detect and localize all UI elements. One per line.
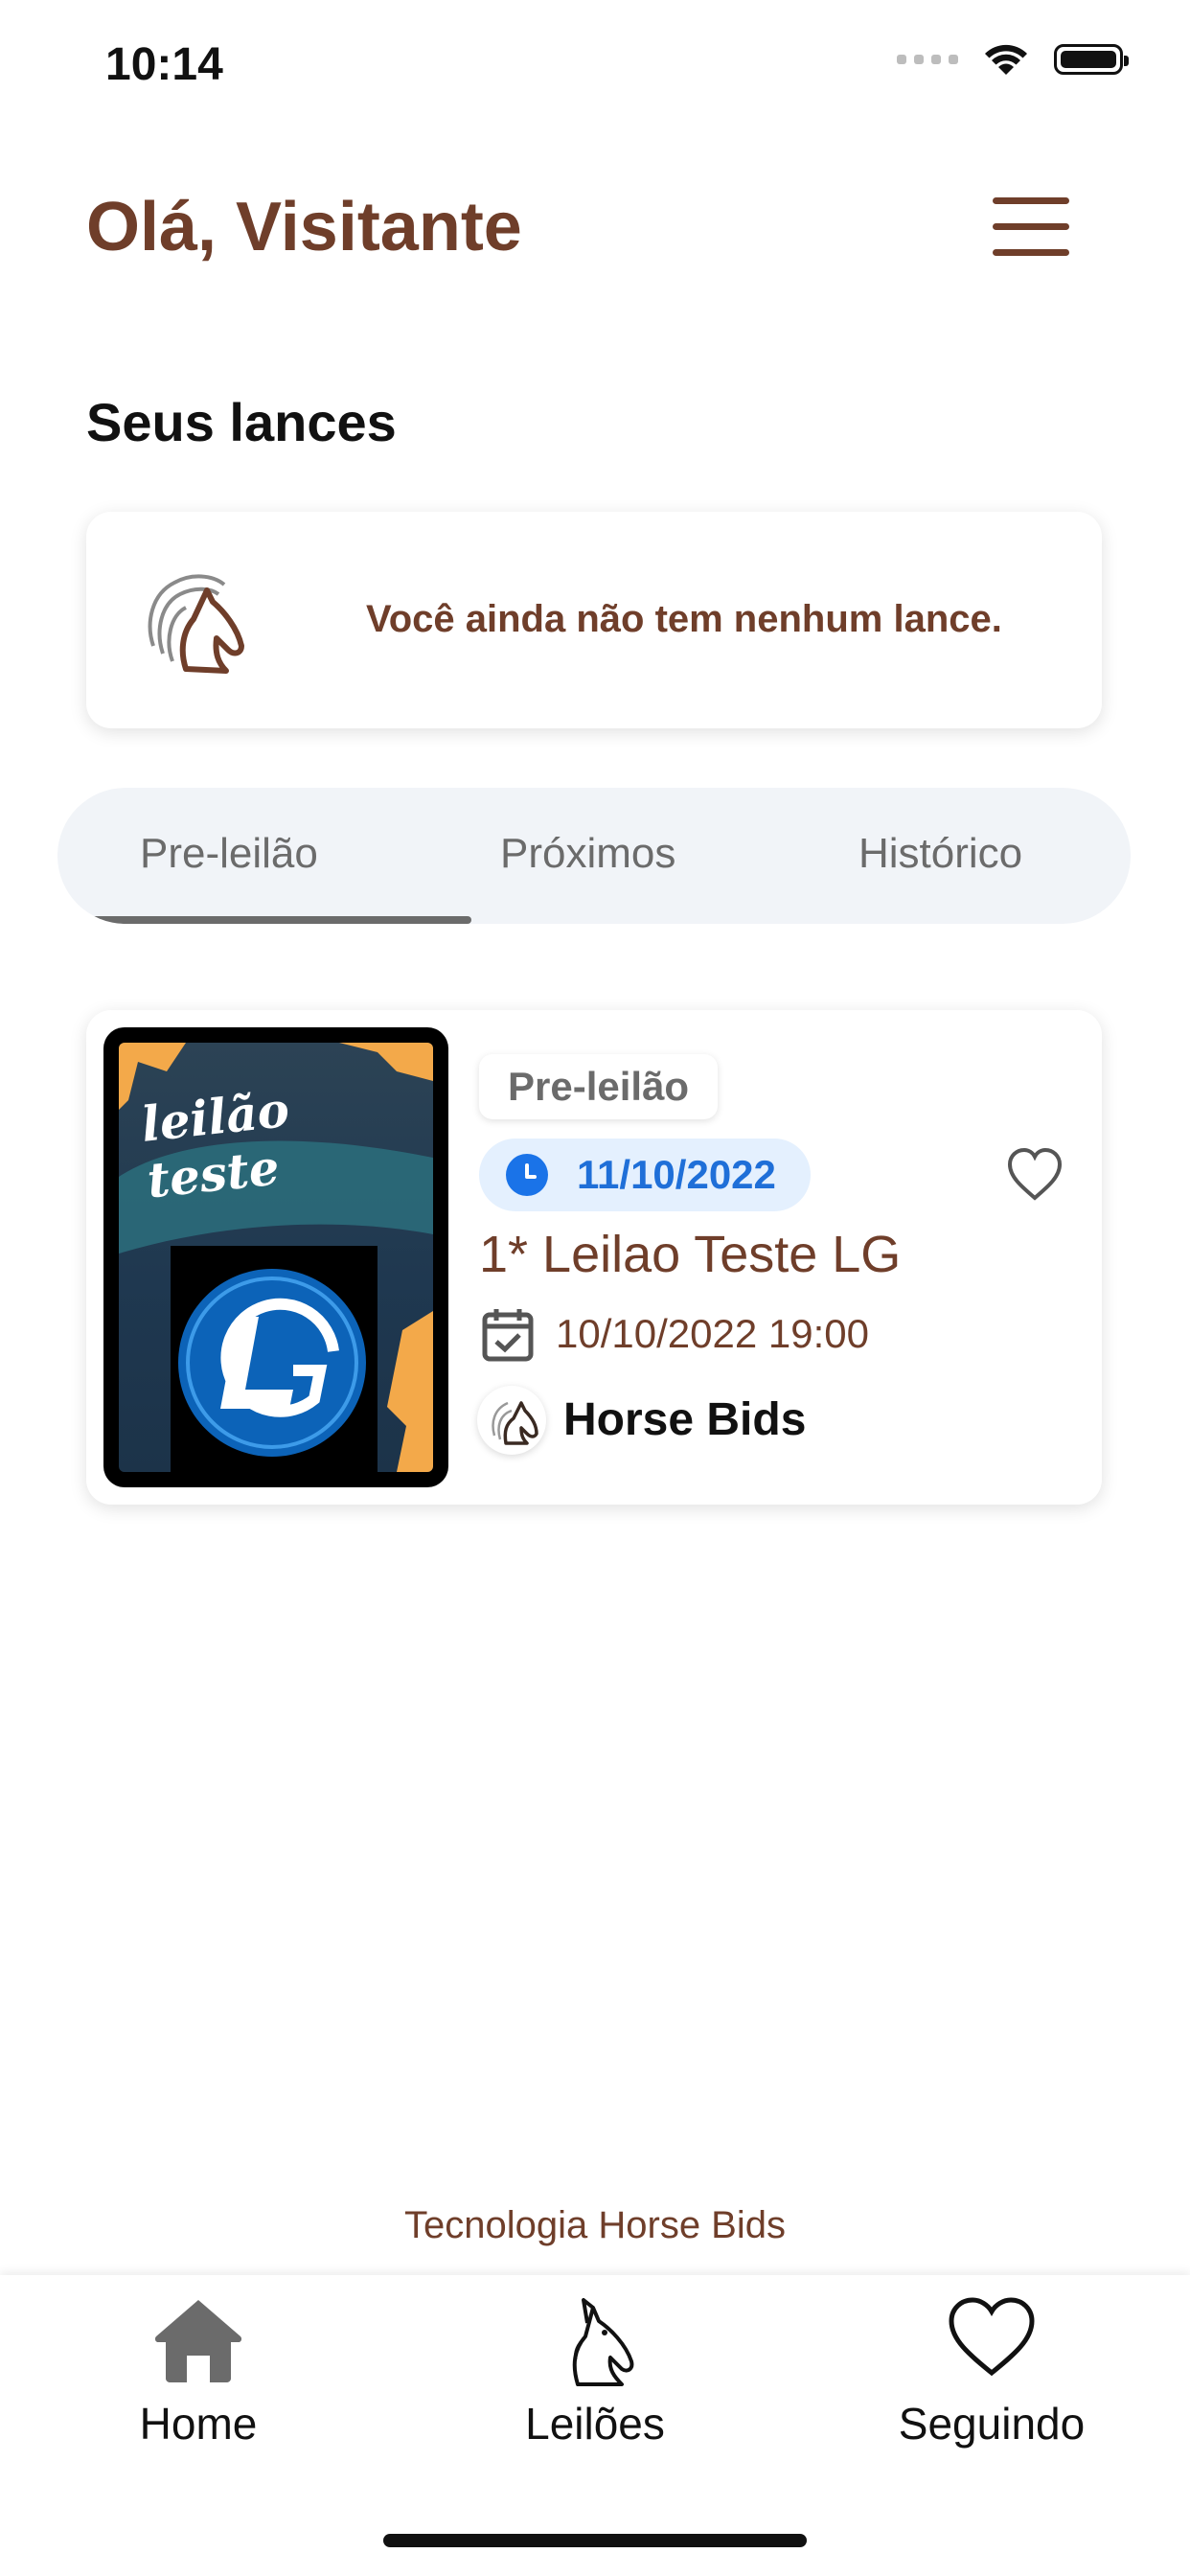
favorite-heart-icon[interactable]	[1004, 1146, 1065, 1204]
date-chip: 11/10/2022	[479, 1138, 811, 1211]
nav-seguindo[interactable]: Seguindo	[793, 2275, 1190, 2467]
auction-name: 1* Leilao Teste LG	[479, 1226, 902, 1283]
home-indicator	[383, 2534, 807, 2547]
home-icon	[154, 2300, 242, 2382]
battery-icon	[1054, 44, 1129, 75]
thumbnail-logo-box	[171, 1246, 378, 1472]
bids-empty-card: Você ainda não tem nenhum lance.	[86, 512, 1102, 728]
organizer-avatar	[477, 1386, 546, 1455]
tab-historico[interactable]: Histórico	[858, 830, 1022, 878]
auction-datetime: 10/10/2022 19:00	[556, 1311, 869, 1356]
auction-tabs: Pre-leilão Próximos Histórico	[57, 788, 1131, 924]
nav-home-label: Home	[139, 2399, 258, 2449]
wifi-icon	[985, 44, 1027, 75]
horse-bids-logo-icon	[492, 1401, 538, 1445]
organizer-name: Horse Bids	[563, 1394, 807, 1445]
calendar-check-icon	[482, 1309, 534, 1362]
tab-pre-leilao[interactable]: Pre-leilão	[140, 830, 318, 878]
bids-empty-message: Você ainda não tem nenhum lance.	[366, 598, 1002, 640]
bids-section-title: Seus lances	[86, 392, 397, 452]
auction-thumbnail: leilão teste	[103, 1027, 448, 1487]
status-icons	[897, 42, 1129, 77]
active-tab-indicator	[88, 916, 471, 924]
hamburger-icon	[993, 197, 1069, 204]
heart-icon	[949, 2297, 1035, 2377]
nav-leiloes[interactable]: Leilões	[397, 2275, 793, 2467]
nav-home[interactable]: Home	[0, 2275, 397, 2467]
bottom-navigation: Home Leilões Seguindo	[0, 2275, 1190, 2576]
horse-bids-logo-icon	[148, 574, 244, 674]
status-time: 10:14	[105, 39, 223, 90]
lg-logo-icon	[178, 1269, 366, 1457]
status-badge: Pre-leilão	[479, 1054, 719, 1119]
nav-leiloes-label: Leilões	[525, 2399, 665, 2449]
date-chip-text: 11/10/2022	[577, 1152, 776, 1197]
greeting-title: Olá, Visitante	[86, 189, 522, 265]
cellular-signal-icon	[897, 55, 958, 64]
horse-icon	[572, 2298, 634, 2386]
tab-proximos[interactable]: Próximos	[500, 830, 675, 878]
auction-card[interactable]: leilão teste Pre-leilão 11/10/2022 1* Le…	[86, 1010, 1102, 1505]
clock-icon	[506, 1154, 548, 1196]
footer-credit: Tecnologia Horse Bids	[404, 2204, 786, 2246]
menu-button[interactable]	[993, 197, 1069, 256]
nav-seguindo-label: Seguindo	[898, 2399, 1086, 2449]
